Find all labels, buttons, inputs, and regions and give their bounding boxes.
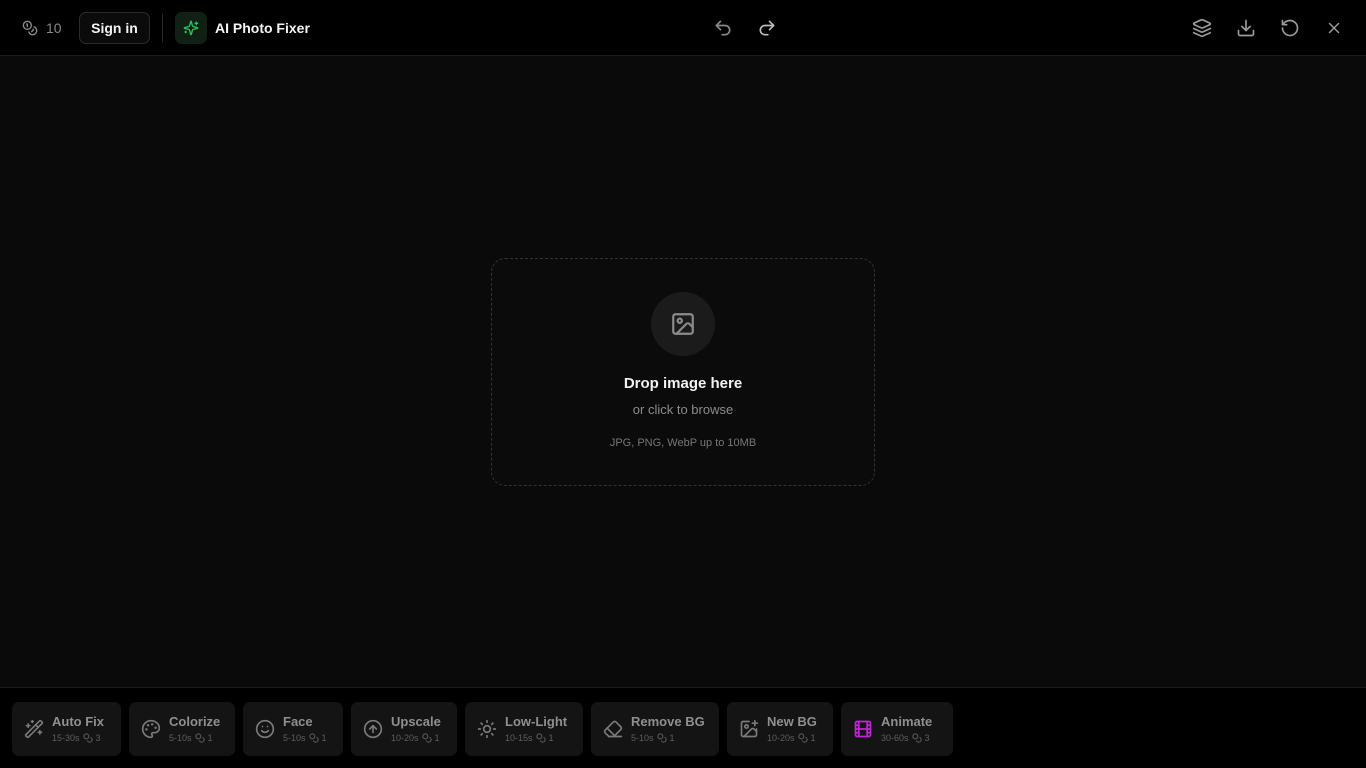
- sun-icon: [477, 719, 497, 739]
- coins-icon: [308, 733, 319, 743]
- tool-time: 10-20s: [767, 733, 795, 743]
- coins-icon: [82, 733, 93, 743]
- eraser-icon: [603, 719, 623, 739]
- tool-time: 10-15s: [505, 733, 533, 743]
- rotate-ccw-icon: [1280, 18, 1300, 38]
- tool-face[interactable]: Face 5-10s 1: [243, 702, 343, 756]
- tool-time: 30-60s: [881, 733, 909, 743]
- redo-button[interactable]: [755, 16, 779, 40]
- tool-time: 5-10s: [169, 733, 192, 743]
- tool-animate[interactable]: Animate 30-60s 3: [841, 702, 953, 756]
- coins-icon: [535, 733, 546, 743]
- tool-cost: 3: [95, 733, 101, 743]
- tool-name: Low-Light: [505, 714, 568, 729]
- tool-name: Upscale: [391, 714, 441, 729]
- coins-icon: [194, 733, 205, 743]
- tool-cost: 1: [669, 733, 675, 743]
- download-icon: [1236, 18, 1256, 38]
- dropzone-file-types: JPG, PNG, WebP up to 10MB: [609, 437, 757, 449]
- tool-meta: 10-20s 1: [767, 732, 816, 744]
- image-icon: [651, 292, 715, 356]
- sign-in-button[interactable]: Sign in: [79, 12, 150, 44]
- tool-cost: 1: [810, 733, 816, 743]
- top-bar: 10 Sign in AI Photo Fixer: [0, 0, 1366, 56]
- tool-cost: 1: [207, 733, 213, 743]
- reset-button[interactable]: [1278, 16, 1302, 40]
- smile-icon: [255, 719, 275, 739]
- undo-button[interactable]: [711, 16, 735, 40]
- tool-time: 5-10s: [631, 733, 654, 743]
- tool-meta: 5-10s 1: [631, 732, 675, 744]
- tool-time: 15-30s: [52, 733, 80, 743]
- coins-icon: [421, 733, 432, 743]
- redo-icon: [757, 18, 777, 38]
- header-divider: [162, 14, 163, 42]
- tool-name: Colorize: [169, 714, 221, 729]
- tool-time: 10-20s: [391, 733, 419, 743]
- tool-name: Animate: [881, 714, 933, 729]
- dropzone-subtitle: or click to browse: [632, 402, 734, 417]
- coins-icon: [911, 733, 922, 743]
- tool-meta: 10-20s 1: [391, 732, 440, 744]
- layers-button[interactable]: [1190, 16, 1214, 40]
- tool-remove-bg[interactable]: Remove BG 5-10s 1: [591, 702, 719, 756]
- close-icon: [1325, 19, 1343, 37]
- image-dropzone[interactable]: Drop image here or click to browse JPG, …: [491, 258, 875, 486]
- sparkles-icon: [175, 12, 207, 44]
- credits-count: 10: [46, 20, 62, 36]
- tool-new-bg[interactable]: New BG 10-20s 1: [727, 702, 833, 756]
- download-button[interactable]: [1234, 16, 1258, 40]
- tool-cost: 1: [548, 733, 554, 743]
- tool-colorize[interactable]: Colorize 5-10s 1: [129, 702, 235, 756]
- tool-name: Auto Fix: [52, 714, 104, 729]
- close-button[interactable]: [1322, 16, 1346, 40]
- coins-icon: [22, 20, 38, 36]
- tool-cost: 1: [434, 733, 440, 743]
- tool-meta: 10-15s 1: [505, 732, 554, 744]
- tool-cost: 1: [321, 733, 327, 743]
- tool-meta: 5-10s 1: [169, 732, 213, 744]
- tool-name: New BG: [767, 714, 817, 729]
- tool-meta: 5-10s 1: [283, 732, 327, 744]
- tool-upscale[interactable]: Upscale 10-20s 1: [351, 702, 457, 756]
- film-icon: [853, 719, 873, 739]
- tool-cost: 3: [924, 733, 930, 743]
- image-plus-icon: [739, 719, 759, 739]
- tool-time: 5-10s: [283, 733, 306, 743]
- undo-icon: [713, 18, 733, 38]
- tool-auto-fix[interactable]: Auto Fix 15-30s 3: [12, 702, 121, 756]
- tools-toolbar: Auto Fix 15-30s 3 Colorize 5-10s 1 Face: [0, 687, 1366, 768]
- app-title: AI Photo Fixer: [215, 20, 310, 36]
- palette-icon: [141, 719, 161, 739]
- dropzone-title: Drop image here: [623, 375, 743, 392]
- arrow-up-circle-icon: [363, 719, 383, 739]
- coins-icon: [797, 733, 808, 743]
- magic-wand-icon: [24, 719, 44, 739]
- layers-icon: [1192, 18, 1212, 38]
- tool-name: Remove BG: [631, 714, 705, 729]
- tool-meta: 30-60s 3: [881, 732, 930, 744]
- tool-meta: 15-30s 3: [52, 732, 101, 744]
- tool-name: Face: [283, 714, 313, 729]
- coins-icon: [656, 733, 667, 743]
- tool-low-light[interactable]: Low-Light 10-15s 1: [465, 702, 583, 756]
- credits-counter[interactable]: 10: [22, 18, 62, 38]
